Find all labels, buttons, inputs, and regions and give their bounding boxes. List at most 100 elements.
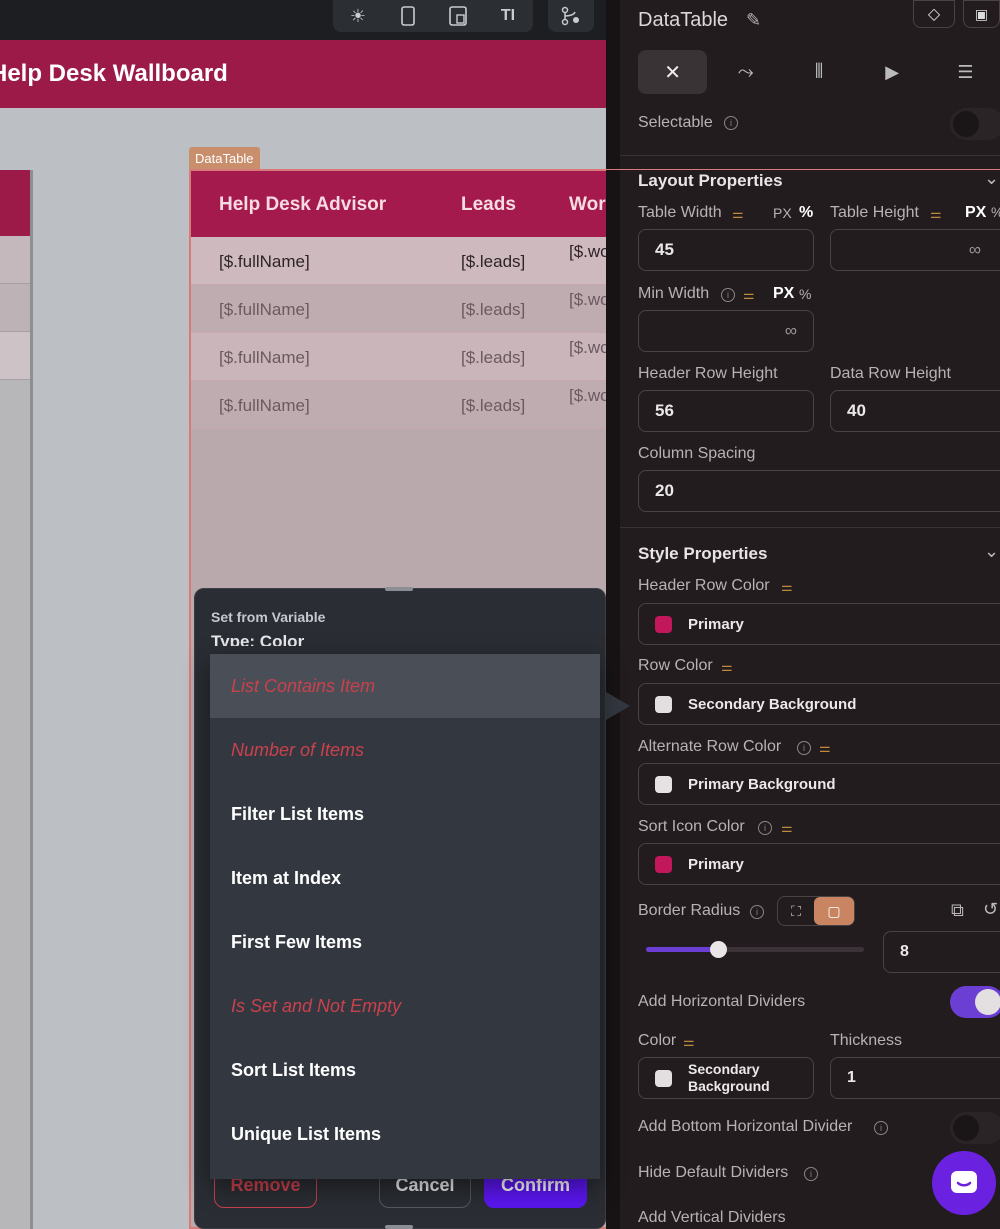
column-header[interactable]: Wor — [569, 194, 606, 216]
table-height-label: Table Height — [830, 204, 919, 221]
divider-color-line2: Background — [688, 1078, 770, 1094]
column-header[interactable]: Leads — [461, 194, 516, 216]
menu-item-filter-list-items[interactable]: Filter List Items — [210, 782, 600, 846]
copy-icon[interactable]: ⧉ — [951, 900, 964, 921]
color-swatch — [655, 695, 672, 713]
table-row[interactable]: [$.fullName] [$.leads] [$.wo — [191, 237, 606, 285]
sun-icon[interactable]: ☀ — [333, 0, 383, 32]
min-width-input[interactable]: ∞ — [638, 310, 814, 352]
table-cell: [$.fullName] — [219, 300, 310, 319]
table-width-label: Table Width — [638, 204, 722, 221]
branch-icon[interactable] — [548, 0, 594, 32]
unit-percent[interactable]: % — [991, 204, 1000, 220]
tune-icon[interactable]: ⚌ — [930, 206, 942, 222]
tune-icon[interactable]: ⚌ — [781, 579, 793, 595]
tune-icon[interactable]: ⚌ — [819, 740, 831, 756]
border-radius-input[interactable]: 8 — [883, 931, 1000, 973]
tablet-icon[interactable] — [433, 0, 483, 32]
unit-percent[interactable]: % — [799, 204, 813, 222]
phone-icon[interactable] — [383, 0, 433, 32]
row-color-value: Secondary Background — [688, 695, 857, 713]
unit-px-selected[interactable]: PX — [965, 204, 986, 222]
hide-default-dividers-label: Hide Default Dividers — [638, 1164, 789, 1181]
unit-px-selected[interactable]: PX — [773, 285, 794, 303]
chevron-down-icon[interactable]: ⌄ — [984, 168, 999, 189]
table-row[interactable]: [$.fullName] [$.leads] [$.wo — [191, 333, 606, 381]
tab-backend-icon[interactable]: ⦀ — [784, 50, 853, 94]
table-height-value: ∞ — [968, 240, 981, 259]
menu-item-is-set-and-not-empty[interactable]: Is Set and Not Empty — [210, 974, 600, 1038]
thickness-input[interactable]: 1 — [830, 1057, 1000, 1099]
menu-item-first-few-items[interactable]: First Few Items — [210, 910, 600, 974]
divider-color-line1: Secondary — [688, 1061, 760, 1078]
unit-percent[interactable]: % — [799, 286, 811, 302]
panel-tabs: ✕ ⤳ ⦀ ▶ ☰ — [638, 50, 1000, 94]
column-spacing-value: 20 — [655, 481, 674, 500]
table-cell: [$.wo — [569, 338, 606, 357]
table-height-input[interactable]: ∞ — [830, 229, 1000, 271]
column-spacing-input[interactable]: 20 — [638, 470, 1000, 512]
chat-support-button[interactable] — [932, 1151, 996, 1215]
tune-icon[interactable]: ⚌ — [721, 659, 733, 675]
color-swatch — [655, 775, 672, 793]
header-row-color-picker[interactable]: Primary — [638, 603, 1000, 645]
left-card-row — [0, 332, 30, 380]
tab-docs-icon[interactable]: ☰ — [931, 50, 1000, 94]
add-bottom-divider-toggle[interactable] — [950, 1112, 1000, 1144]
border-radius-slider[interactable] — [646, 941, 864, 958]
app-title: Help Desk Wallboard — [0, 60, 228, 87]
tab-actions-icon[interactable]: ⤳ — [711, 50, 780, 94]
divider-color-picker[interactable]: Secondary Background — [638, 1057, 814, 1099]
diamond-icon[interactable]: ◇ — [913, 0, 955, 28]
drag-handle[interactable] — [385, 587, 413, 591]
column-header[interactable]: Help Desk Advisor — [219, 194, 386, 216]
text-size-icon[interactable]: TI — [483, 0, 533, 32]
selection-line — [606, 169, 1000, 170]
chat-icon — [951, 1171, 977, 1193]
menu-item-sort-list-items[interactable]: Sort List Items — [210, 1038, 600, 1102]
tune-icon[interactable]: ⚌ — [732, 206, 744, 222]
table-width-input[interactable]: 45 — [638, 229, 814, 271]
row-color-picker[interactable]: Secondary Background — [638, 683, 1000, 725]
corners-icon[interactable]: ⛶ — [778, 897, 814, 925]
drag-handle[interactable] — [385, 1225, 413, 1229]
menu-item-item-at-index[interactable]: Item at Index — [210, 846, 600, 910]
tune-icon[interactable]: ⚌ — [781, 820, 793, 836]
color-label: Color — [638, 1032, 677, 1049]
min-width-label: Min Width — [638, 285, 710, 302]
selectable-toggle[interactable] — [950, 108, 1000, 140]
left-card-row — [0, 236, 30, 284]
table-row[interactable]: [$.fullName] [$.leads] [$.wo — [191, 381, 606, 429]
menu-item-unique-list-items[interactable]: Unique List Items — [210, 1102, 600, 1166]
sort-icon-color-label: Sort Icon Color — [638, 818, 745, 835]
table-cell: [$.leads] — [461, 348, 526, 367]
left-card-row — [0, 284, 30, 332]
header-row-height-label: Header Row Height — [638, 365, 778, 382]
left-card[interactable] — [0, 170, 33, 1229]
alternate-row-color-picker[interactable]: Primary Background — [638, 763, 1000, 805]
editor-toolbar: ☀ TI — [0, 0, 606, 40]
table-cell: [$.fullName] — [219, 252, 310, 271]
selectable-label: Selectable — [638, 114, 713, 131]
data-row-height-input[interactable]: 40 — [830, 390, 1000, 432]
info-icon: i — [758, 821, 772, 835]
radius-mode-toggle: ⛶ ▢ — [777, 896, 855, 926]
slider-knob[interactable] — [709, 941, 727, 958]
tab-properties-icon[interactable]: ✕ — [638, 50, 708, 94]
unit-px[interactable]: PX — [773, 205, 792, 221]
reset-icon[interactable]: ↺ — [983, 899, 998, 920]
chevron-down-icon[interactable]: ⌄ — [984, 541, 999, 562]
menu-item-list-contains-item[interactable]: List Contains Item — [210, 654, 600, 718]
table-row[interactable]: [$.fullName] [$.leads] [$.wo — [191, 285, 606, 333]
tab-animations-icon[interactable]: ▶ — [858, 50, 927, 94]
add-horizontal-dividers-toggle[interactable] — [950, 986, 1000, 1018]
header-row-height-input[interactable]: 56 — [638, 390, 814, 432]
header-row-height-value: 56 — [655, 401, 674, 420]
tune-icon[interactable]: ⚌ — [743, 287, 755, 303]
edit-icon[interactable]: ✎ — [746, 10, 761, 31]
sort-icon-color-picker[interactable]: Primary — [638, 843, 1000, 885]
menu-item-number-of-items[interactable]: Number of Items — [210, 718, 600, 782]
tune-icon[interactable]: ⚌ — [683, 1034, 695, 1050]
save-component-icon[interactable]: ▣ — [963, 0, 1000, 28]
uniform-radius-icon[interactable]: ▢ — [814, 897, 854, 925]
